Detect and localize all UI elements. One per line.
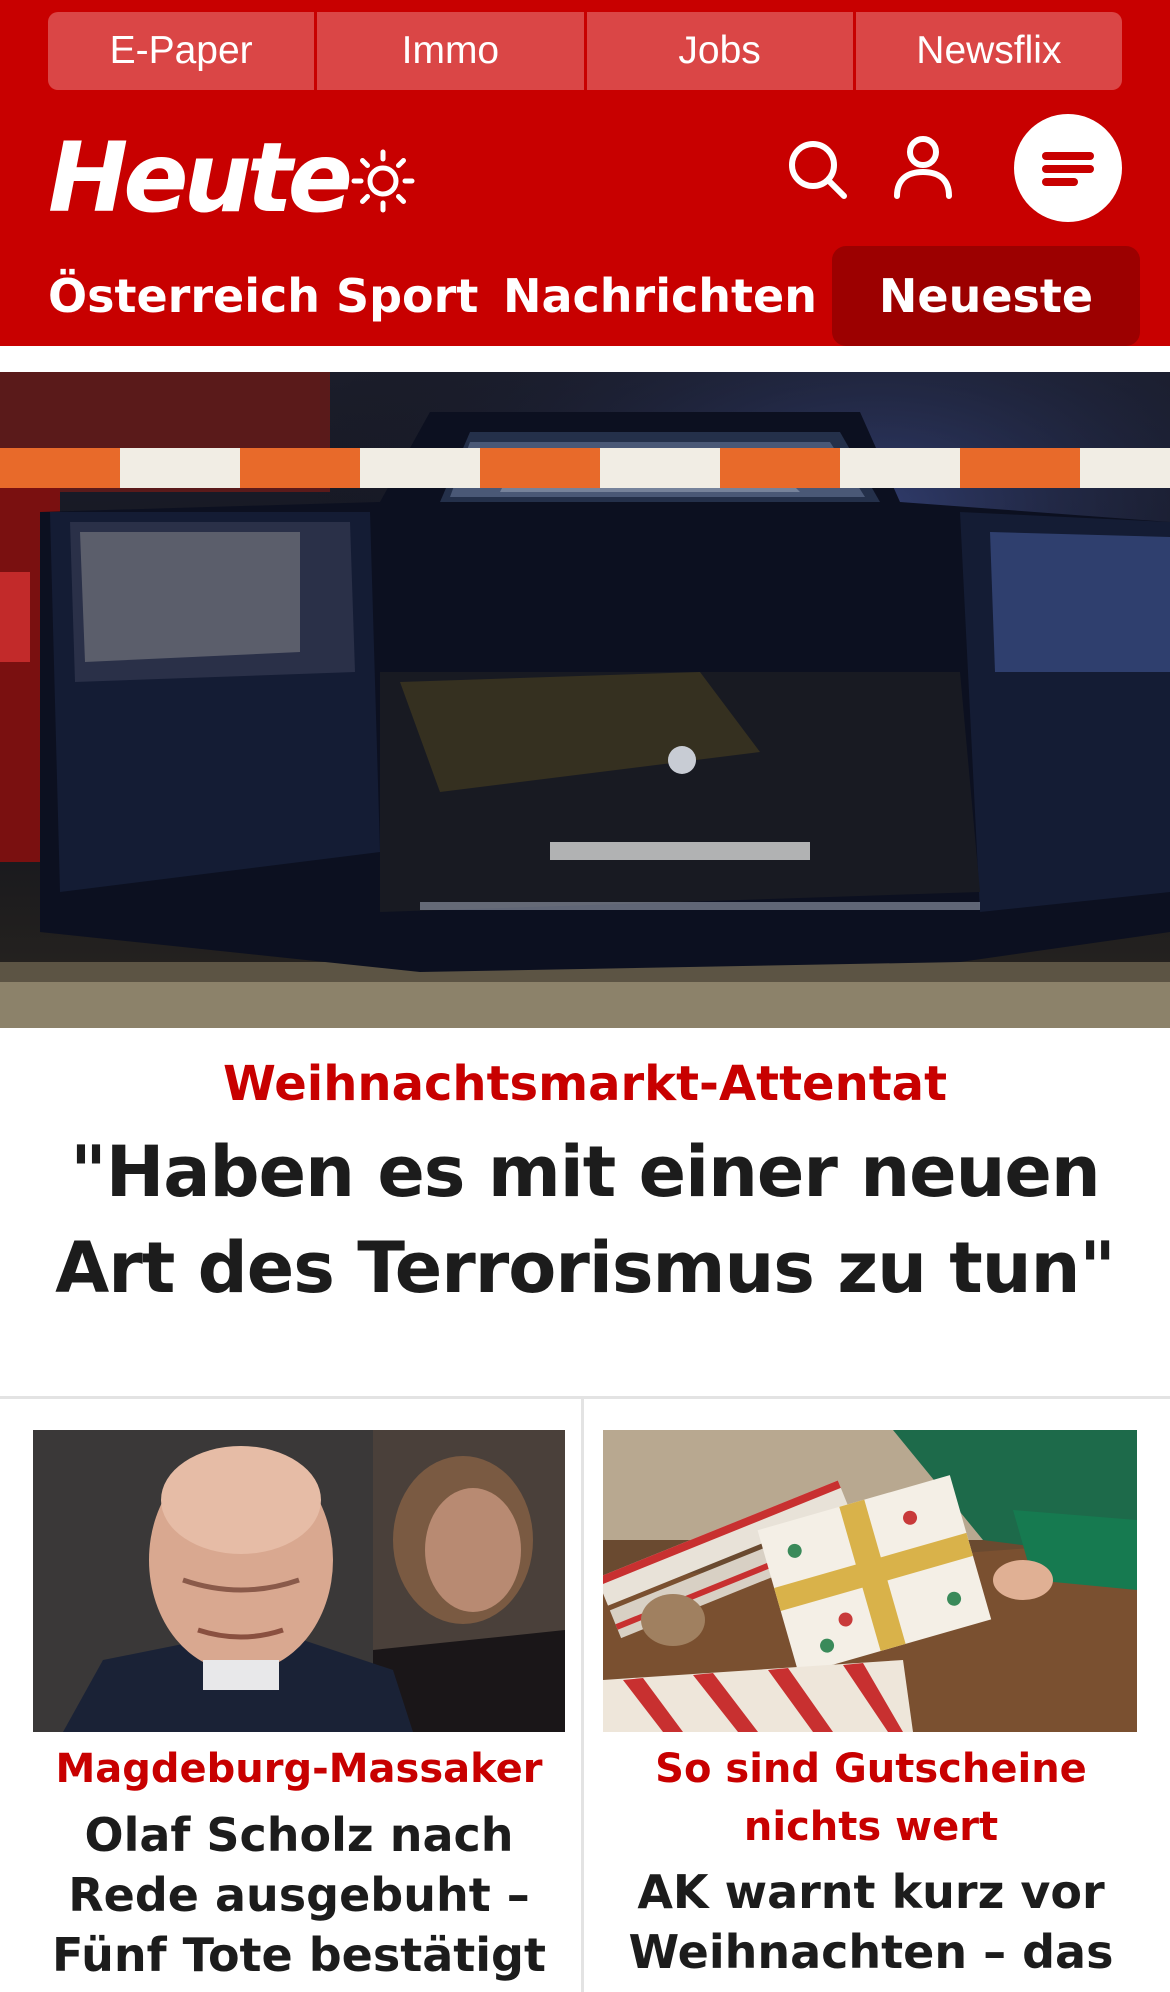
article-kicker-2[interactable]: So sind Gutscheine nichts wert	[600, 1740, 1142, 1856]
nav-item-nachrichten[interactable]: Nachrichten	[503, 268, 817, 324]
topbar-link-newsflix[interactable]: Newsflix	[855, 12, 1122, 90]
column-divider	[581, 1399, 584, 1992]
topbar-link-epaper[interactable]: E-Paper	[48, 12, 315, 90]
hero-photo-crashed-car	[0, 372, 1170, 1028]
sun-icon[interactable]	[350, 148, 416, 214]
photo-speaker-portrait	[33, 1430, 565, 1732]
search-icon[interactable]	[786, 138, 850, 202]
hero-headline[interactable]: "Haben es mit einer neuen Art des Terror…	[0, 1124, 1170, 1316]
article-kicker-1[interactable]: Magdeburg-Massaker	[20, 1740, 578, 1798]
topbar-link-immo[interactable]: Immo	[317, 12, 584, 90]
service-topbar: E-Paper Immo Jobs Newsflix	[48, 12, 1122, 90]
main-nav: Österreich Sport Nachrichten Neueste	[0, 246, 1170, 346]
hero-image[interactable]	[0, 372, 1170, 1028]
section-divider	[0, 1396, 1170, 1399]
menu-icon-bar	[1042, 178, 1078, 186]
menu-button[interactable]	[1014, 114, 1122, 222]
nav-item-sport[interactable]: Sport	[336, 268, 478, 324]
menu-icon-bar	[1042, 165, 1094, 173]
nav-item-oesterreich[interactable]: Österreich	[48, 268, 320, 324]
nav-item-neueste[interactable]: Neueste	[832, 246, 1140, 346]
article-image-scholz[interactable]	[33, 1430, 565, 1732]
site-header: E-Paper Immo Jobs Newsflix Heute Österre	[0, 0, 1170, 346]
article-image-gifts[interactable]	[603, 1430, 1137, 1732]
user-icon[interactable]	[892, 134, 954, 200]
article-headline-2[interactable]: AK warnt kurz vor Weihnachten – das	[600, 1862, 1142, 1982]
photo-gift-wrapping	[603, 1430, 1137, 1732]
hero-kicker[interactable]: Weihnachtsmarkt-Attentat	[0, 1052, 1170, 1116]
article-headline-1[interactable]: Olaf Scholz nach Rede ausgebuht – Fünf T…	[20, 1805, 578, 1985]
site-logo[interactable]: Heute	[48, 118, 353, 238]
menu-icon	[1042, 152, 1094, 160]
topbar-link-jobs[interactable]: Jobs	[586, 12, 853, 90]
